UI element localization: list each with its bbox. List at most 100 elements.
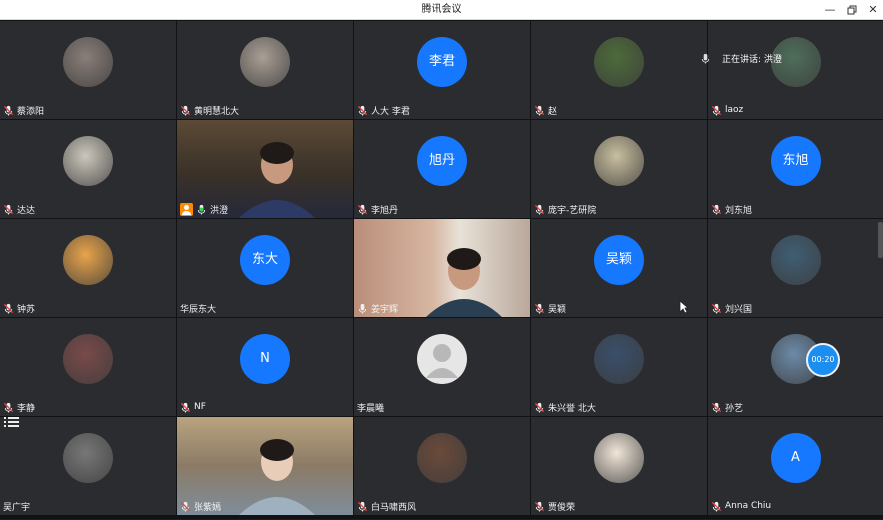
participant-name: 达达 — [17, 205, 36, 216]
participant-tile[interactable]: 蔡添阳 — [0, 21, 176, 119]
participant-name: Anna Chiu — [725, 501, 772, 511]
mic-muted-icon — [3, 204, 14, 215]
participant-tile[interactable]: 赵 — [531, 21, 707, 119]
participant-tile[interactable]: 张紫嫣 — [177, 417, 353, 515]
participant-name: 贾俊荣 — [548, 502, 576, 513]
participant-grid: 蔡添阳 黄明慧北大 李君 人大 李君赵 laoz 达达 洪澄 旭丹 李旭丹 庞宇-艺研院 东旭 刘东旭… — [0, 20, 883, 519]
participant-label: 吴广宇 — [3, 499, 30, 513]
avatar-photo — [63, 136, 113, 186]
mic-muted-icon — [711, 105, 722, 116]
participant-tile[interactable]: 白马啸西风 — [354, 417, 530, 515]
avatar-photo — [770, 235, 821, 285]
mic-muted-icon — [711, 402, 722, 413]
mic-icon — [197, 204, 206, 215]
mic-muted-icon — [534, 204, 545, 215]
participant-label: 张紫嫣 — [180, 499, 221, 513]
participant-name: 姜宇辉 — [371, 304, 399, 315]
mic-muted-icon — [534, 105, 545, 116]
avatar-initials: A — [770, 433, 821, 483]
participant-label: 蔡添阳 — [3, 103, 44, 117]
speaking-indicator: 正在讲话: 洪澄 — [700, 48, 782, 68]
participant-name: 刘兴国 — [725, 304, 753, 315]
participant-label: Anna Chiu — [711, 499, 771, 513]
participant-label: 洪澄 — [180, 202, 228, 216]
participant-label: 李静 — [3, 400, 35, 414]
avatar-photo — [63, 235, 113, 285]
avatar-photo — [63, 433, 113, 483]
participant-name: NF — [194, 402, 206, 412]
participant-tile[interactable]: 东大 华辰东大 — [177, 219, 353, 317]
default-avatar-icon — [417, 334, 467, 384]
mic-muted-icon — [357, 105, 368, 116]
participant-tile[interactable]: 庞宇-艺研院 — [531, 120, 707, 218]
mic-muted-icon — [534, 402, 545, 413]
participant-name: 吴颖 — [548, 304, 567, 315]
avatar-initials: N — [240, 334, 290, 384]
participant-name: laoz — [725, 105, 744, 115]
participant-label: 刘兴国 — [711, 301, 752, 315]
participant-tile[interactable]: 李静 — [0, 318, 176, 416]
mic-muted-icon — [357, 501, 368, 512]
avatar-photo — [594, 334, 644, 384]
participant-label: 吴颖 — [534, 301, 566, 315]
mouse-cursor-icon — [679, 300, 689, 314]
participant-name: 吴广宇 — [3, 502, 31, 513]
participant-label: 黄明慧北大 — [180, 103, 239, 117]
mic-muted-icon — [3, 303, 14, 314]
participant-name: 华辰东大 — [180, 304, 217, 315]
avatar-photo — [63, 37, 113, 87]
participant-name: 赵 — [548, 106, 558, 117]
participant-tile[interactable]: 达达 — [0, 120, 176, 218]
participant-tile[interactable]: 钟苏 — [0, 219, 176, 317]
participant-label: 人大 李君 — [357, 103, 410, 117]
title-bar: 腾讯会议 — ✕ — [0, 0, 883, 20]
participant-label: 李旭丹 — [357, 202, 398, 216]
participant-label: 贾俊荣 — [534, 499, 575, 513]
participant-name: 李静 — [17, 403, 36, 414]
participant-label: 庞宇-艺研院 — [534, 202, 596, 216]
mic-muted-icon — [3, 105, 14, 116]
minimize-icon[interactable]: — — [818, 0, 842, 20]
participant-tile[interactable]: 吴广宇 — [0, 417, 176, 515]
avatar-photo — [240, 37, 290, 87]
close-icon[interactable]: ✕ — [861, 0, 883, 20]
participant-tile[interactable]: 李君人大 李君 — [354, 21, 530, 119]
participant-name: 朱兴誉 北大 — [548, 403, 596, 414]
participant-tile[interactable]: 孙艺 — [708, 318, 883, 416]
avatar-initials: 李君 — [417, 37, 467, 87]
participant-label: NF — [180, 400, 206, 414]
mic-icon — [358, 303, 367, 314]
avatar-photo — [594, 433, 644, 483]
speaking-text: 正在讲话: 洪澄 — [722, 54, 782, 65]
participant-tile[interactable]: 朱兴誉 北大 — [531, 318, 707, 416]
participant-label: 华辰东大 — [180, 301, 216, 315]
mic-muted-icon — [534, 303, 545, 314]
participant-tile[interactable]: 李晨曦 — [354, 318, 530, 416]
participant-tile[interactable]: 洪澄 — [177, 120, 353, 218]
mic-icon — [701, 53, 710, 64]
avatar-initials: 旭丹 — [417, 136, 467, 186]
participant-label: 刘东旭 — [711, 202, 752, 216]
participant-label: 朱兴誉 北大 — [534, 400, 596, 414]
participant-tile[interactable]: A Anna Chiu — [708, 417, 883, 515]
avatar-photo — [417, 433, 467, 483]
mic-muted-icon — [357, 204, 368, 215]
mic-muted-icon — [180, 105, 191, 116]
participant-tile[interactable]: 黄明慧北大 — [177, 21, 353, 119]
participant-name: 张紫嫣 — [194, 502, 222, 513]
participant-tile[interactable]: 东旭刘东旭 — [708, 120, 883, 218]
participant-list-icon[interactable] — [3, 415, 21, 429]
participant-label: 姜宇辉 — [357, 301, 398, 315]
avatar-initials: 东旭 — [770, 136, 821, 186]
scrollbar-handle[interactable] — [878, 222, 883, 258]
participant-tile[interactable]: 贾俊荣 — [531, 417, 707, 515]
participant-name: 白马啸西风 — [371, 502, 417, 513]
avatar-photo — [594, 37, 644, 87]
participant-tile[interactable]: 旭丹李旭丹 — [354, 120, 530, 218]
participant-label: laoz — [711, 103, 743, 117]
participant-name: 孙艺 — [725, 403, 744, 414]
participant-tile[interactable]: N NF — [177, 318, 353, 416]
participant-tile[interactable]: 刘兴国 — [708, 219, 883, 317]
participant-tile[interactable]: 姜宇辉 — [354, 219, 530, 317]
participant-tile[interactable]: laoz — [708, 21, 883, 119]
